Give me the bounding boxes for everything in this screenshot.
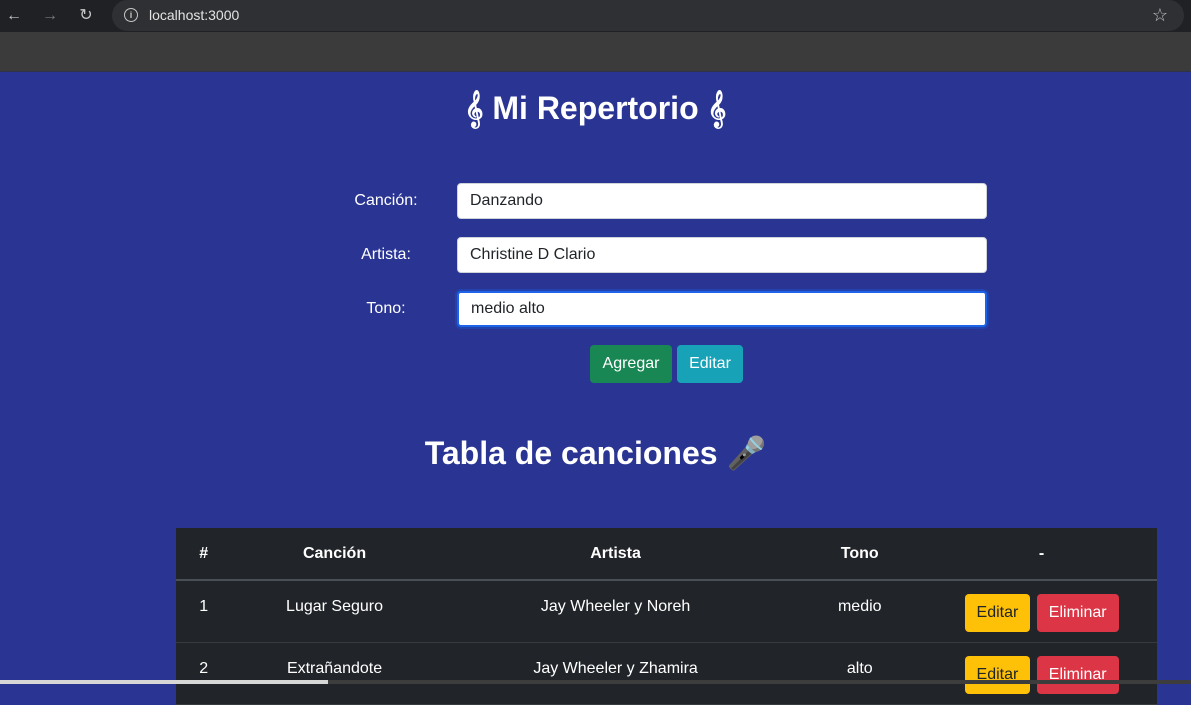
add-button[interactable]: Agregar (590, 345, 672, 383)
url-text[interactable]: localhost:3000 (149, 7, 239, 23)
header-number: # (176, 528, 232, 581)
row-artist: Jay Wheeler y Zhamira (437, 642, 794, 705)
row-delete-button[interactable]: Eliminar (1036, 594, 1119, 632)
table-title: Tabla de canciones 🎤 (424, 435, 767, 471)
row-number: 1 (176, 580, 232, 643)
artist-form-row: Artista: (340, 237, 990, 275)
page-content: 𝄞 Mi Repertorio 𝄞 Canción: Artista: Tono… (0, 72, 1191, 705)
page-title: 𝄞 Mi Repertorio 𝄞 (464, 90, 727, 126)
tone-label: Tono: (366, 300, 406, 317)
row-tone: alto (793, 642, 927, 705)
artist-label: Artista: (361, 246, 411, 263)
row-actions: Editar Eliminar (926, 580, 1157, 643)
back-arrow-icon[interactable]: ← (4, 6, 24, 26)
row-edit-button[interactable]: Editar (964, 594, 1031, 632)
address-bar[interactable]: i localhost:3000 ☆ (112, 0, 1184, 31)
taskbar-dark-segment (328, 680, 1191, 684)
table-header-row: # Canción Artista Tono - (176, 528, 1157, 581)
header-tone: Tono (793, 528, 927, 581)
reload-icon[interactable]: ↻ (76, 6, 96, 26)
header-song: Canción (231, 528, 438, 581)
song-label: Canción: (354, 192, 418, 209)
site-info-icon[interactable]: i (124, 8, 138, 22)
header-actions: - (926, 528, 1157, 581)
row-song: Lugar Seguro (231, 580, 438, 643)
edit-button[interactable]: Editar (677, 345, 743, 383)
tone-form-row: Tono: (340, 291, 990, 329)
browser-chrome: ← → ↻ i localhost:3000 ☆ (0, 0, 1191, 72)
tone-input[interactable] (457, 291, 987, 327)
artist-input[interactable] (457, 237, 987, 273)
forward-arrow-icon[interactable]: → (40, 6, 60, 26)
table-row: 1 Lugar Seguro Jay Wheeler y Noreh medio… (176, 580, 1157, 643)
songs-table: # Canción Artista Tono - 1 Lugar Seguro … (176, 528, 1157, 705)
song-form-row: Canción: (340, 183, 990, 221)
row-delete-button[interactable]: Eliminar (1036, 655, 1119, 694)
row-artist: Jay Wheeler y Noreh (437, 580, 794, 643)
browser-toolbar: ← → ↻ i localhost:3000 ☆ (0, 0, 1191, 32)
row-tone: medio (793, 580, 927, 643)
table-row: 2 Extrañandote Jay Wheeler y Zhamira alt… (176, 642, 1157, 705)
song-input[interactable] (457, 183, 987, 219)
row-actions: Editar Eliminar (926, 642, 1157, 705)
bookmark-star-icon[interactable]: ☆ (1152, 5, 1168, 25)
row-edit-button[interactable]: Editar (964, 655, 1031, 694)
row-number: 2 (176, 642, 232, 705)
row-song: Extrañandote (231, 642, 438, 705)
header-artist: Artista (437, 528, 794, 581)
